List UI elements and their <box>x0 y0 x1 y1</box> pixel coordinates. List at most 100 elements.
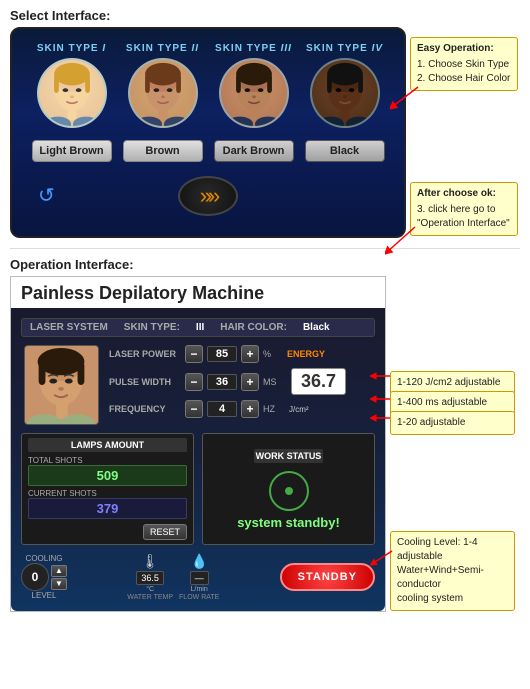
select-screen: SKIN TYPE I <box>10 27 406 238</box>
face-portrait-I <box>37 58 107 128</box>
face-portrait-III <box>219 58 289 128</box>
level-display: 0 <box>21 563 49 591</box>
pulse-width-row: PULSE WIDTH − 36 + MS 36.7 <box>109 368 375 395</box>
current-shots-row: CURRENT SHOTS 379 <box>28 489 187 519</box>
flow-rate-value: — <box>190 571 209 585</box>
ann-pulse-line1: 1-400 ms adjustable <box>397 396 508 410</box>
machine-body: LASER SYSTEM SKIN TYPE: III HAIR COLOR: … <box>11 308 385 611</box>
laser-power-unit: % <box>263 349 283 359</box>
level-label: LEVEL <box>32 591 57 600</box>
ann-op-arrows-svg <box>370 366 395 446</box>
frequency-value: 4 <box>207 401 237 417</box>
lamps-panel-title: LAMPS AMOUNT <box>28 438 187 452</box>
laser-power-plus[interactable]: + <box>241 345 259 363</box>
ann-cooling-line2: Water+Wind+Semi-conductor <box>397 564 508 592</box>
op-bottom-row: COOLING 0 ▲ ▼ LEVEL <box>21 553 375 601</box>
frequency-minus[interactable]: − <box>185 400 203 418</box>
total-shots-value: 509 <box>28 465 187 486</box>
ann2-line1: 3. click here go to <box>417 203 511 217</box>
ann-freq-line1: 1-20 adjustable <box>397 416 508 430</box>
frequency-unit: HZ <box>263 404 283 414</box>
skin-type-I[interactable]: SKIN TYPE I <box>32 43 112 128</box>
hair-color-header-label: HAIR COLOR: <box>220 322 287 333</box>
pulse-width-unit: MS <box>263 377 283 387</box>
face-portrait-II <box>128 58 198 128</box>
level-up-btn[interactable]: ▲ <box>51 565 67 577</box>
skin-type-header-label: SKIN TYPE: <box>124 322 180 333</box>
ann1-arrow-svg <box>390 82 420 112</box>
face-portrait-IV <box>310 58 380 128</box>
select-interface-section: Select Interface: SKIN TYPE I <box>0 0 530 248</box>
frequency-label: FREQUENCY <box>109 404 181 414</box>
operation-interface-section: Operation Interface: Painless Depilatory… <box>0 249 530 622</box>
standby-btn[interactable]: STANDBY <box>280 563 375 591</box>
work-panel: WORK STATUS system standby! <box>202 433 375 545</box>
next-btn[interactable]: »» <box>178 176 238 216</box>
frequency-row: FREQUENCY − 4 + HZ J/cm² <box>109 400 375 418</box>
ann-cooling-line1: Cooling Level: 1-4 adjustable <box>397 536 508 564</box>
op-face-svg <box>25 346 98 424</box>
skin-type-II-label: SKIN TYPE II <box>126 43 199 54</box>
current-shots-label: CURRENT SHOTS <box>28 489 187 498</box>
cooling-section: COOLING 0 ▲ ▼ LEVEL <box>21 554 67 600</box>
next-arrow-row: »» <box>26 176 390 216</box>
skin-type-III[interactable]: SKIN TYPE III <box>214 43 294 128</box>
bottom-panels: LAMPS AMOUNT TOTAL SHOTS 509 CURRENT SHO… <box>21 433 375 545</box>
energy-unit: J/cm² <box>289 405 309 414</box>
dark-brown-btn[interactable]: Dark Brown <box>214 140 294 162</box>
ann2-title: After choose ok: <box>417 187 511 201</box>
op-face-portrait <box>24 345 99 425</box>
water-temp-sensor: 🌡 36.5 °C WATER TEMP <box>127 553 173 601</box>
black-btn[interactable]: Black <box>305 140 385 162</box>
flow-rate-sensor: 💧 — L/min FLOW RATE <box>179 553 219 601</box>
skin-type-IV[interactable]: SKIN TYPE IV <box>305 43 385 128</box>
brown-btn[interactable]: Brown <box>123 140 203 162</box>
work-status-text: system standby! <box>237 515 340 530</box>
energy-label: ENERGY <box>287 349 325 359</box>
water-temp-label: WATER TEMP <box>127 594 173 601</box>
op-header: LASER SYSTEM SKIN TYPE: III HAIR COLOR: … <box>21 318 375 337</box>
ann2-line2: "Operation Interface" <box>417 217 511 231</box>
status-indicator <box>269 471 309 511</box>
back-arrow-btn[interactable]: ↺ <box>38 183 55 208</box>
operation-screen: Painless Depilatory Machine LASER SYSTEM… <box>10 276 386 612</box>
flow-rate-label: FLOW RATE <box>179 594 219 601</box>
energy-display: 36.7 <box>291 368 346 395</box>
total-shots-row: TOTAL SHOTS 509 <box>28 456 187 486</box>
color-buttons-row: Light Brown Brown Dark Brown Black <box>26 140 390 162</box>
pulse-width-minus[interactable]: − <box>185 373 203 391</box>
operation-interface-label: Operation Interface: <box>0 249 530 276</box>
light-brown-btn[interactable]: Light Brown <box>32 140 112 162</box>
laser-power-minus[interactable]: − <box>185 345 203 363</box>
laser-power-row: LASER POWER − 85 + % ENERGY <box>109 345 375 363</box>
reset-btn[interactable]: RESET <box>143 524 187 540</box>
ann-cooling-arrow-svg <box>370 546 395 571</box>
pulse-width-label: PULSE WIDTH <box>109 377 181 387</box>
op-face-col <box>21 345 101 425</box>
ann1-line1: 1. Choose Skin Type <box>417 58 511 72</box>
ann-freq: 1-20 adjustable <box>390 411 515 435</box>
water-temp-unit: °C <box>146 586 154 593</box>
skin-type-II[interactable]: SKIN TYPE II <box>123 43 203 128</box>
pulse-width-plus[interactable]: + <box>241 373 259 391</box>
ann-cooling-line3: cooling system <box>397 592 508 606</box>
op-main-controls: LASER POWER − 85 + % ENERGY PULSE WIDTH … <box>21 345 375 425</box>
ann-energy-line1: 1-120 J/cm2 adjustable <box>397 376 508 390</box>
thermometer-icon: 🌡 <box>141 553 159 570</box>
total-shots-label: TOTAL SHOTS <box>28 456 187 465</box>
flow-rate-unit: L/min <box>191 586 208 593</box>
op-annotations-col: 1-120 J/cm2 adjustable 1-400 ms adjustab… <box>390 276 520 612</box>
ann1-title: Easy Operation: <box>417 42 511 56</box>
hair-color-header-value: Black <box>303 322 330 333</box>
skin-type-III-label: SKIN TYPE III <box>215 43 292 54</box>
cooling-controls: 0 ▲ ▼ <box>21 563 67 591</box>
ann1-line2: 2. Choose Hair Color <box>417 72 511 86</box>
machine-title: Painless Depilatory Machine <box>11 277 385 308</box>
cooling-label: COOLING <box>26 554 63 563</box>
pulse-width-value: 36 <box>207 374 237 390</box>
level-down-btn[interactable]: ▼ <box>51 578 67 590</box>
frequency-plus[interactable]: + <box>241 400 259 418</box>
skin-types-row: SKIN TYPE I <box>26 43 390 128</box>
flow-icon: 💧 <box>190 553 207 570</box>
laser-system-label: LASER SYSTEM <box>30 322 108 333</box>
